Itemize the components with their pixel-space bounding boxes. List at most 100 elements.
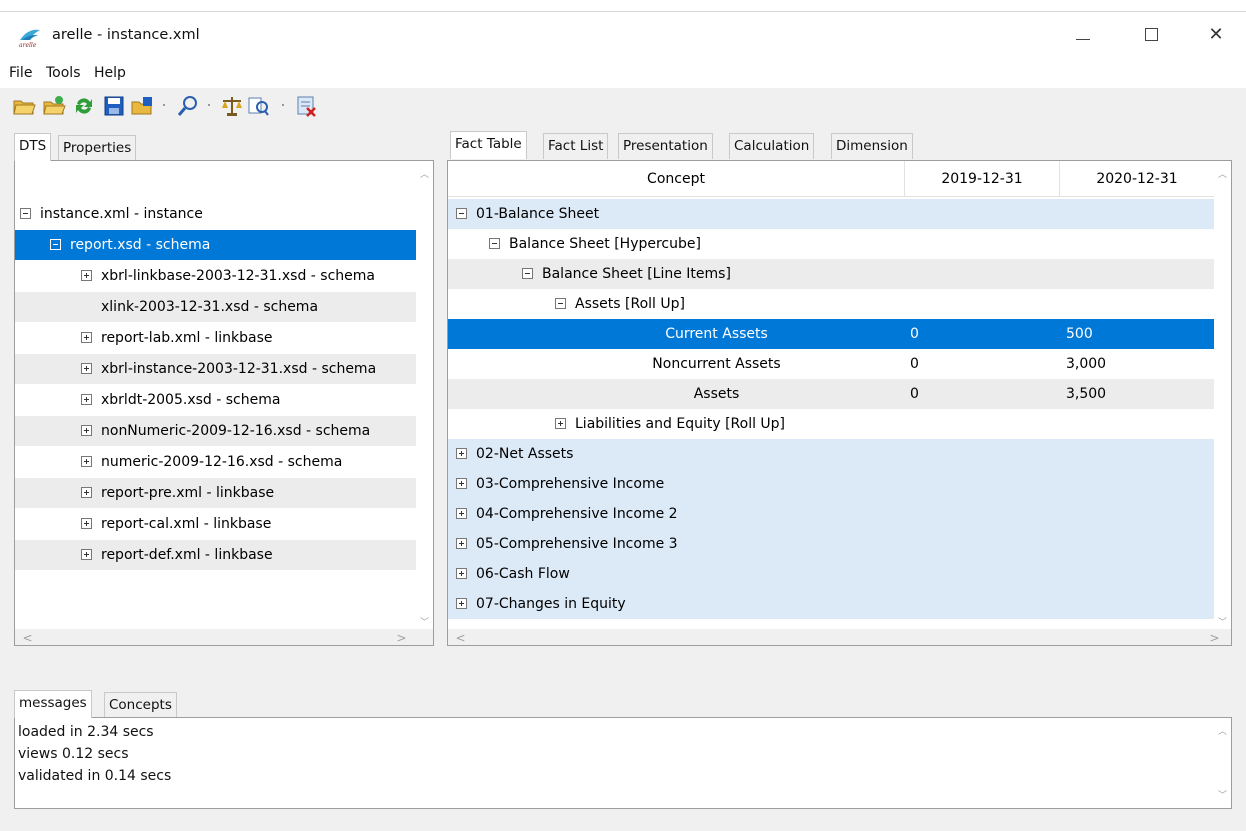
value-cell-2020[interactable]: 500 [1066, 319, 1093, 349]
open-web-icon[interactable] [42, 94, 66, 118]
expand-icon[interactable] [456, 598, 467, 609]
expand-icon[interactable] [81, 456, 92, 467]
tree-item[interactable]: report-lab.xml - linkbase [15, 323, 417, 353]
tree-item[interactable]: report.xsd - schema [15, 230, 417, 260]
table-row[interactable]: Assets [Roll Up] [448, 289, 1215, 319]
table-row[interactable]: Assets 0 3,500 [448, 379, 1215, 409]
expand-icon[interactable] [81, 487, 92, 498]
reload-icon[interactable] [72, 94, 96, 118]
expand-icon[interactable] [456, 508, 467, 519]
scroll-down-icon[interactable]: ﹀ [1214, 615, 1231, 629]
value-cell-2020[interactable]: 3,000 [1066, 349, 1106, 379]
fact-vertical-scrollbar[interactable]: ︿ ﹀ [1214, 161, 1231, 629]
scroll-down-icon[interactable]: ﹀ [416, 615, 433, 629]
concept-label: Assets [Roll Up] [575, 296, 685, 312]
collapse-icon[interactable] [522, 268, 533, 279]
tree-item[interactable]: instance.xml - instance [15, 199, 417, 229]
tree-item[interactable]: xbrldt-2005.xsd - schema [15, 385, 417, 415]
expand-icon[interactable] [81, 394, 92, 405]
tree-item[interactable]: xbrl-linkbase-2003-12-31.xsd - schema [15, 261, 417, 291]
tree-item[interactable]: xbrl-instance-2003-12-31.xsd - schema [15, 354, 417, 384]
collapse-icon[interactable] [489, 238, 500, 249]
tree-item[interactable]: numeric-2009-12-16.xsd - schema [15, 447, 417, 477]
save-icon[interactable] [102, 94, 126, 118]
table-row[interactable]: 01-Balance Sheet [448, 199, 1215, 229]
expand-icon[interactable] [81, 332, 92, 343]
table-row[interactable]: Balance Sheet [Line Items] [448, 259, 1215, 289]
tree-item[interactable]: report-cal.xml - linkbase [15, 509, 417, 539]
table-row[interactable]: 04-Comprehensive Income 2 [448, 499, 1215, 529]
open-folder-icon[interactable] [12, 94, 36, 118]
menu-tools[interactable]: Tools [46, 65, 81, 81]
maximize-button[interactable] [1128, 20, 1174, 50]
tab-calculation[interactable]: Calculation [729, 133, 815, 159]
expand-icon[interactable] [456, 448, 467, 459]
expand-icon[interactable] [456, 568, 467, 579]
tab-presentation[interactable]: Presentation [618, 133, 713, 159]
validate-icon[interactable] [220, 94, 244, 118]
tab-concepts[interactable]: Concepts [104, 692, 177, 718]
close-window-button[interactable]: ✕ [1193, 20, 1239, 50]
collapse-icon[interactable] [456, 208, 467, 219]
tab-fact-list[interactable]: Fact List [543, 133, 609, 159]
column-header-concept[interactable]: Concept [448, 161, 905, 197]
expand-icon[interactable] [81, 363, 92, 374]
expand-icon[interactable] [555, 418, 566, 429]
scroll-down-icon[interactable]: ﹀ [1214, 788, 1231, 802]
find-icon[interactable] [176, 94, 200, 118]
table-row[interactable]: Balance Sheet [Hypercube] [448, 229, 1215, 259]
minimize-button[interactable] [1060, 20, 1106, 50]
tab-dts[interactable]: DTS [14, 133, 52, 161]
scroll-up-icon[interactable]: ︿ [1214, 167, 1231, 181]
dts-horizontal-scrollbar[interactable]: < > [15, 629, 433, 645]
tree-item[interactable]: report-def.xml - linkbase [15, 540, 417, 570]
scroll-left-icon[interactable]: < [452, 631, 469, 645]
tree-item[interactable]: xlink-2003-12-31.xsd - schema [15, 292, 417, 322]
tab-dimension[interactable]: Dimension [831, 133, 913, 159]
column-header-2019[interactable]: 2019-12-31 [905, 161, 1060, 197]
tree-item[interactable]: nonNumeric-2009-12-16.xsd - schema [15, 416, 417, 446]
table-row[interactable]: 07-Changes in Equity [448, 589, 1215, 619]
value-cell-2019[interactable]: 0 [910, 379, 919, 409]
table-row[interactable]: 02-Net Assets [448, 439, 1215, 469]
tab-fact-table[interactable]: Fact Table [450, 131, 527, 159]
column-header-2020[interactable]: 2020-12-31 [1060, 161, 1215, 197]
collapse-icon[interactable] [50, 239, 61, 250]
scroll-right-icon[interactable]: > [393, 631, 410, 645]
value-cell-2019[interactable]: 0 [910, 349, 919, 379]
dts-vertical-scrollbar[interactable]: ︿ ﹀ [416, 161, 433, 629]
value-cell-2020[interactable]: 3,500 [1066, 379, 1106, 409]
expand-icon[interactable] [81, 549, 92, 560]
tab-messages[interactable]: messages [14, 690, 92, 718]
table-row[interactable]: 06-Cash Flow [448, 559, 1215, 589]
messages-vertical-scrollbar[interactable]: ︿ ﹀ [1214, 718, 1231, 808]
scroll-right-icon[interactable]: > [1206, 631, 1223, 645]
table-row[interactable]: Current Assets 0 500 [448, 319, 1215, 349]
table-row[interactable]: 05-Comprehensive Income 3 [448, 529, 1215, 559]
expand-icon[interactable] [81, 518, 92, 529]
toolbar-separator [163, 104, 165, 106]
table-row[interactable]: Noncurrent Assets 0 3,000 [448, 349, 1215, 379]
close-document-icon[interactable] [294, 94, 318, 118]
tab-properties[interactable]: Properties [58, 135, 137, 161]
fact-horizontal-scrollbar[interactable]: < > [448, 629, 1231, 645]
tree-item[interactable]: report-pre.xml - linkbase [15, 478, 417, 508]
scroll-left-icon[interactable]: < [19, 631, 36, 645]
scroll-up-icon[interactable]: ︿ [416, 167, 433, 181]
table-row[interactable]: Liabilities and Equity [Roll Up] [448, 409, 1215, 439]
menu-help[interactable]: Help [94, 65, 126, 81]
expand-icon[interactable] [81, 425, 92, 436]
expand-icon[interactable] [456, 478, 467, 489]
table-row[interactable]: 03-Comprehensive Income [448, 469, 1215, 499]
message-line: loaded in 2.34 secs [18, 724, 154, 740]
menu-file[interactable]: File [9, 65, 32, 81]
compare-icon[interactable] [246, 94, 270, 118]
collapse-icon[interactable] [20, 208, 31, 219]
save-as-icon[interactable] [130, 94, 154, 118]
value-cell-2019[interactable]: 0 [910, 319, 919, 349]
scroll-up-icon[interactable]: ︿ [1214, 724, 1231, 738]
concept-label: Current Assets [665, 326, 768, 342]
collapse-icon[interactable] [555, 298, 566, 309]
expand-icon[interactable] [81, 270, 92, 281]
expand-icon[interactable] [456, 538, 467, 549]
